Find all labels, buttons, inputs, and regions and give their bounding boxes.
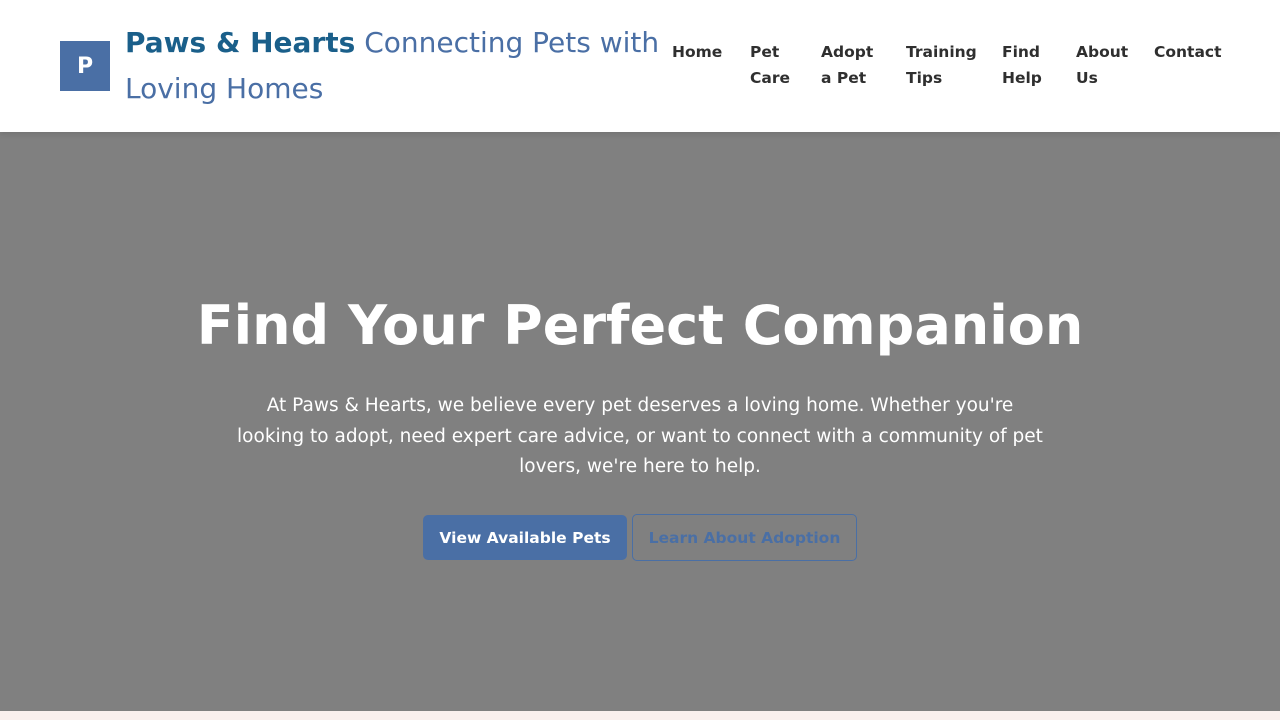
nav-item-contact[interactable]: Contact	[1154, 39, 1222, 65]
nav-item-training-tips[interactable]: Training Tips	[906, 39, 978, 91]
learn-about-adoption-button[interactable]: Learn About Adoption	[632, 514, 857, 561]
view-available-pets-button[interactable]: View Available Pets	[423, 515, 627, 560]
next-section-edge	[0, 711, 1280, 720]
nav-item-find-help[interactable]: Find Help	[1002, 39, 1046, 91]
site-header: P Paws & Hearts Connecting Pets with Lov…	[0, 0, 1280, 132]
nav-item-adopt-a-pet[interactable]: Adopt a Pet	[821, 39, 881, 91]
nav-item-home[interactable]: Home	[672, 39, 722, 65]
hero-description: At Paws & Hearts, we believe every pet d…	[237, 395, 1043, 477]
hero-title: Find Your Perfect Companion	[196, 294, 1084, 357]
nav-item-pet-care[interactable]: Pet Care	[750, 39, 800, 91]
nav-item-about-us[interactable]: About Us	[1076, 39, 1130, 91]
main-nav: Home Pet Care Adopt a Pet Training Tips …	[0, 39, 1280, 99]
